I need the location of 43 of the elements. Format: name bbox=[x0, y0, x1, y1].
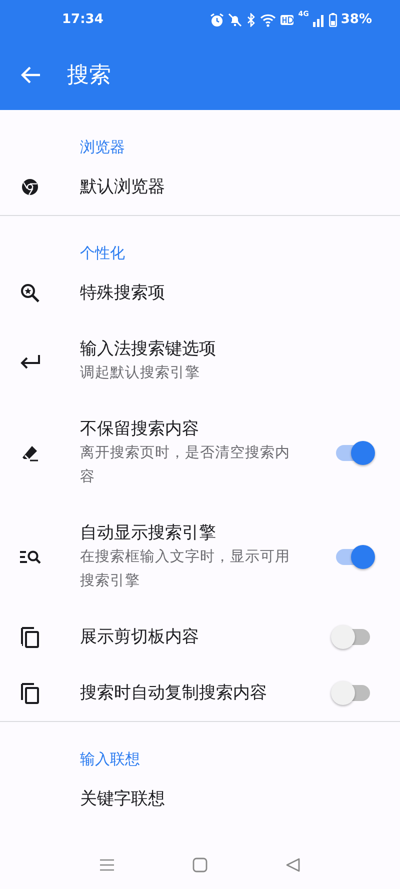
item-title: 关键字联想 bbox=[80, 788, 166, 811]
settings-item[interactable]: 关键字联想 bbox=[0, 771, 400, 827]
wifi-icon bbox=[260, 13, 276, 27]
section-header: 输入联想 bbox=[79, 749, 141, 770]
bluetooth-icon bbox=[246, 13, 256, 27]
item-title: 特殊搜索项 bbox=[80, 282, 166, 305]
page-title: 搜索 bbox=[67, 62, 111, 90]
settings-item[interactable]: 不保留搜索内容 离开搜索页时，是否清空搜索内容 bbox=[0, 401, 400, 505]
hd-icon bbox=[280, 14, 294, 26]
settings-item[interactable]: 搜索时自动复制搜索内容 bbox=[0, 665, 400, 721]
item-description: 调起默认搜索引擎 bbox=[80, 364, 201, 383]
back-icon[interactable] bbox=[285, 856, 302, 872]
copy-icon bbox=[20, 682, 40, 704]
battery-percent: 38% bbox=[340, 11, 372, 30]
search-star-icon bbox=[20, 283, 40, 303]
item-title: 输入法搜索键选项 bbox=[80, 338, 217, 361]
bell-off-icon bbox=[228, 13, 242, 27]
item-description: 在搜索框输入文字时，显示可用搜索引擎 bbox=[80, 548, 291, 591]
settings-item[interactable]: 默认浏览器 bbox=[0, 159, 400, 215]
signal-icon bbox=[312, 13, 325, 27]
home-icon[interactable] bbox=[192, 856, 208, 872]
settings-item[interactable]: 输入法搜索键选项 调起默认搜索引擎 bbox=[0, 321, 400, 401]
item-title: 展示剪切板内容 bbox=[80, 626, 200, 649]
list-search-icon bbox=[19, 549, 41, 565]
browser-icon bbox=[21, 178, 39, 196]
item-description: 离开搜索页时，是否清空搜索内容 bbox=[80, 444, 291, 487]
battery-icon bbox=[328, 13, 337, 27]
menu-icon[interactable] bbox=[98, 858, 115, 872]
back-button[interactable] bbox=[20, 64, 42, 86]
section-header: 浏览器 bbox=[79, 137, 126, 158]
eraser-icon bbox=[21, 444, 39, 462]
copy-icon bbox=[20, 626, 40, 648]
item-title: 默认浏览器 bbox=[80, 176, 166, 199]
settings-item[interactable]: 自动显示搜索引擎 在搜索框输入文字时，显示可用搜索引擎 bbox=[0, 505, 400, 609]
item-title: 不保留搜索内容 bbox=[80, 418, 200, 441]
status-time: 17:34 bbox=[62, 11, 104, 30]
section-header: 个性化 bbox=[79, 243, 126, 264]
item-title: 自动显示搜索引擎 bbox=[80, 522, 217, 545]
item-title: 搜索时自动复制搜索内容 bbox=[80, 682, 268, 705]
enter-arrow-icon bbox=[19, 353, 41, 369]
settings-item[interactable]: 特殊搜索项 bbox=[0, 265, 400, 321]
settings-item[interactable]: 展示剪切板内容 bbox=[0, 609, 400, 665]
alarm-icon bbox=[210, 13, 224, 27]
